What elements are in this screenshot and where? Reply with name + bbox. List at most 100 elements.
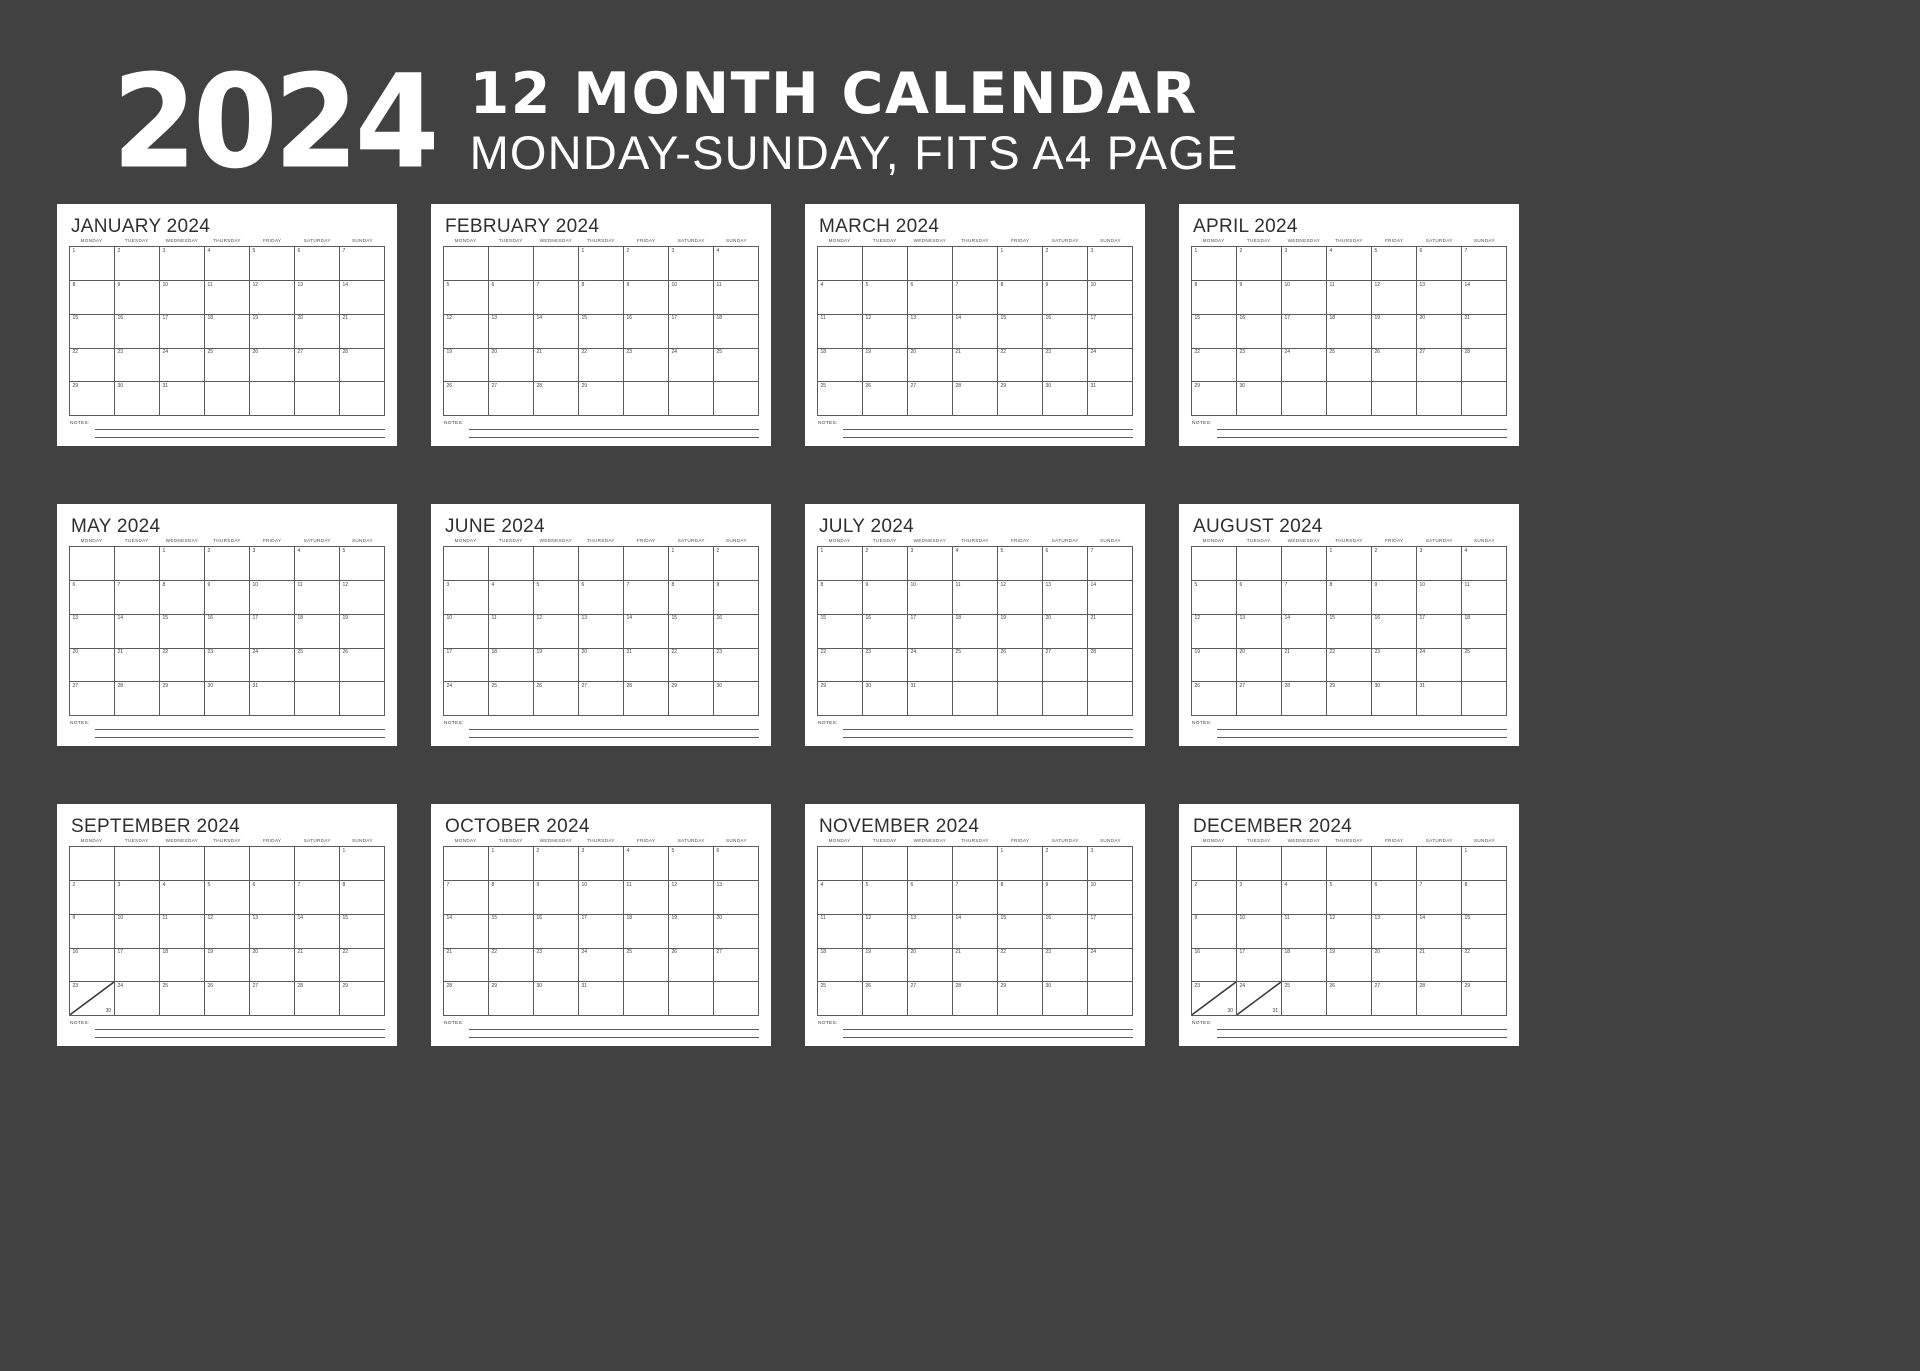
day-cell[interactable]: 16 [1043,314,1088,349]
day-cell[interactable]: 25 [1462,648,1507,683]
notes-line[interactable] [94,723,385,730]
day-cell[interactable]: 18 [295,614,340,649]
day-cell[interactable]: 11 [818,914,863,949]
day-cell[interactable]: 13 [714,881,759,915]
day-cell[interactable]: 3 [444,581,489,615]
day-cell[interactable]: 31 [250,682,295,716]
day-cell[interactable]: 12 [863,914,908,949]
day-cell[interactable]: 15 [340,914,385,949]
day-cell[interactable]: 14 [1417,914,1462,949]
day-cell[interactable]: 13 [70,614,115,649]
day-cell[interactable]: 25 [295,648,340,683]
day-cell[interactable]: 5 [669,847,714,882]
day-cell[interactable]: 27 [1237,682,1282,716]
day-cell[interactable]: 10 [1088,281,1133,315]
day-cell[interactable]: 15 [998,314,1043,349]
day-cell[interactable]: 26 [1327,982,1372,1016]
day-cell[interactable]: 15 [1462,914,1507,949]
day-cell[interactable]: 27 [1417,348,1462,383]
day-cell[interactable]: 10 [1088,881,1133,915]
day-cell[interactable]: 25 [818,382,863,416]
day-cell[interactable]: 15 [70,314,115,349]
day-cell[interactable]: 15 [579,314,624,349]
notes-lines[interactable] [94,1021,385,1038]
day-cell[interactable]: 27 [1372,982,1417,1016]
day-cell[interactable]: 4 [205,247,250,282]
day-cell[interactable]: 9 [1043,881,1088,915]
day-cell[interactable]: 22 [489,948,534,983]
day-cell[interactable]: 13 [250,914,295,949]
day-cell[interactable]: 27 [489,382,534,416]
day-cell[interactable]: 4 [160,881,205,915]
day-cell[interactable]: 1 [160,547,205,582]
day-cell[interactable]: 30 [1372,682,1417,716]
day-cell[interactable]: 14 [295,914,340,949]
day-cell[interactable]: 8 [1462,881,1507,915]
day-cell[interactable]: 24 [669,348,714,383]
notes-lines[interactable] [1216,721,1507,738]
day-cell[interactable]: 18 [489,648,534,683]
day-cell[interactable]: 9 [1237,281,1282,315]
day-cell[interactable]: 17 [1088,914,1133,949]
day-cell[interactable]: 6 [579,581,624,615]
day-cell[interactable]: 16 [70,948,115,983]
day-cell[interactable]: 9 [1372,581,1417,615]
day-cell[interactable]: 29 [1462,982,1507,1016]
day-cell[interactable]: 11 [818,314,863,349]
day-cell[interactable]: 20 [70,648,115,683]
day-cell[interactable]: 20 [1417,314,1462,349]
day-cell[interactable]: 29 [998,982,1043,1016]
day-cell[interactable]: 6 [714,847,759,882]
day-cell[interactable]: 2 [1372,547,1417,582]
day-cell[interactable]: 2 [1043,247,1088,282]
day-cell[interactable]: 16 [534,914,579,949]
day-cell[interactable]: 3 [908,547,953,582]
day-cell[interactable]: 16 [1043,914,1088,949]
day-cell[interactable]: 26 [534,682,579,716]
day-cell[interactable]: 7 [1417,881,1462,915]
day-cell[interactable]: 27 [908,982,953,1016]
day-cell[interactable]: 27 [70,682,115,716]
day-cell[interactable]: 20 [908,348,953,383]
day-cell[interactable]: 26 [444,382,489,416]
notes-line[interactable] [1216,730,1507,738]
day-cell[interactable]: 5 [444,281,489,315]
day-cell[interactable]: 3 [160,247,205,282]
day-cell[interactable]: 10 [250,581,295,615]
day-cell[interactable]: 12 [1327,914,1372,949]
day-cell[interactable]: 2 [1043,847,1088,882]
day-cell[interactable]: 1 [340,847,385,882]
day-cell[interactable]: 17 [669,314,714,349]
day-cell[interactable]: 24 [1282,348,1327,383]
day-cell[interactable]: 19 [1372,314,1417,349]
day-cell[interactable]: 4 [624,847,669,882]
day-cell[interactable]: 17 [1417,614,1462,649]
day-cell[interactable]: 18 [1327,314,1372,349]
day-cell[interactable]: 13 [489,314,534,349]
day-cell[interactable]: 3 [1282,247,1327,282]
day-cell[interactable]: 1 [669,547,714,582]
day-cell[interactable]: 24 [444,682,489,716]
day-cell[interactable]: 22 [998,948,1043,983]
day-cell[interactable]: 2 [70,881,115,915]
day-cell[interactable]: 21 [534,348,579,383]
day-cell[interactable]: 2 [1192,881,1237,915]
day-cell[interactable]: 7 [534,281,579,315]
day-cell[interactable]: 5 [340,547,385,582]
notes-line[interactable] [94,1023,385,1030]
day-cell[interactable]: 10 [115,914,160,949]
day-cell[interactable]: 8 [340,881,385,915]
day-cell[interactable]: 3 [1237,881,1282,915]
day-cell[interactable]: 11 [489,614,534,649]
day-cell[interactable]: 8 [998,281,1043,315]
day-cell[interactable]: 26 [250,348,295,383]
day-cell[interactable]: 25 [1327,348,1372,383]
notes-line[interactable] [94,430,385,438]
day-cell[interactable]: 20 [908,948,953,983]
day-cell[interactable]: 8 [998,881,1043,915]
day-cell[interactable]: 18 [205,314,250,349]
day-cell[interactable]: 21 [624,648,669,683]
day-cell[interactable]: 28 [1462,348,1507,383]
day-cell[interactable]: 28 [534,382,579,416]
day-cell[interactable]: 28 [295,982,340,1016]
